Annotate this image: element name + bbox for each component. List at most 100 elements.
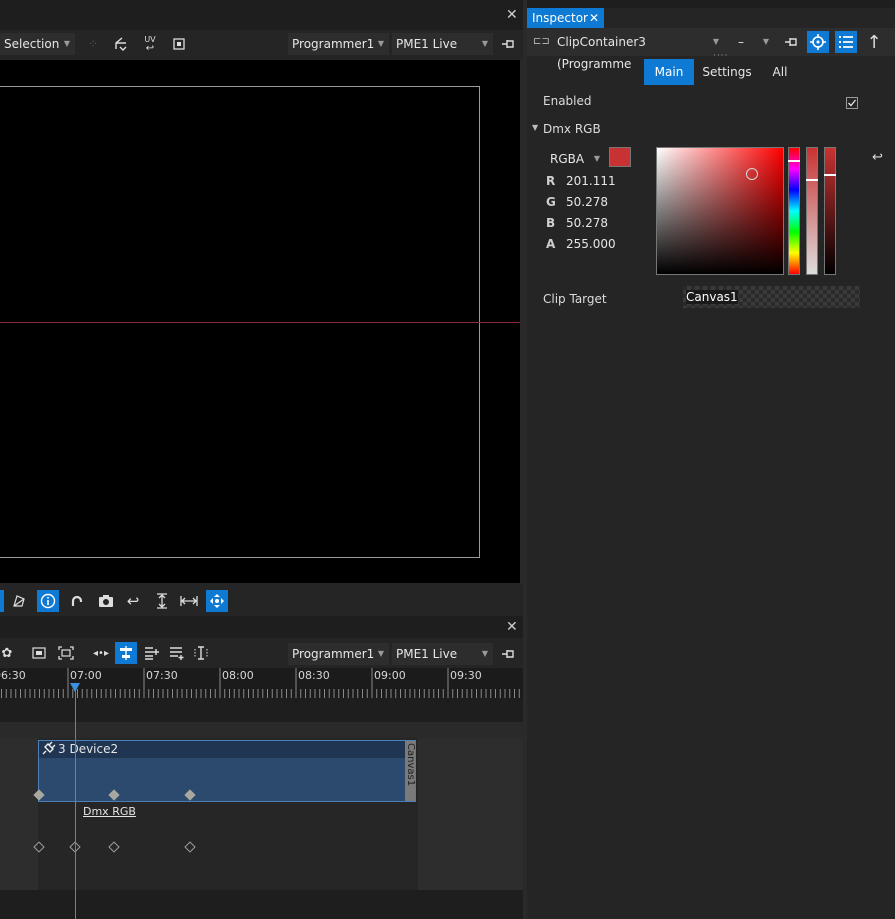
camera-icon[interactable] [95, 590, 117, 612]
expand-horizontal-icon[interactable]: ◂•▸ [90, 642, 112, 664]
zoom-fit-icon[interactable] [28, 642, 50, 664]
channel-value-field[interactable]: 201.111 [566, 174, 616, 188]
viewport-panel-header [0, 0, 523, 30]
chevron-down-icon: ▼ [481, 649, 488, 658]
inspector-tab[interactable]: Inspector ✕ [527, 8, 604, 28]
chevron-down-icon: ▼ [63, 39, 70, 48]
fit-height-icon[interactable] [151, 590, 173, 612]
arrow-up-icon[interactable]: ↑ [863, 31, 885, 53]
zoom-full-icon[interactable] [55, 642, 77, 664]
section-title[interactable]: Dmx RGB [543, 122, 601, 136]
tab-main-label: Main [654, 65, 684, 79]
pin-icon[interactable] [780, 31, 802, 53]
clip-target-field[interactable]: Canvas1 [683, 286, 860, 308]
track-label[interactable]: Dmx RGB [83, 805, 136, 818]
channel-value-field[interactable]: 50.278 [566, 195, 608, 209]
add-track-icon[interactable] [141, 642, 163, 664]
clip-title: 3 Device2 [58, 742, 119, 756]
clip-target-value: Canvas1 [686, 290, 738, 304]
alpha-slider-handle[interactable] [806, 179, 818, 181]
pin-icon[interactable] [497, 643, 519, 665]
chevron-down-icon: ▼ [762, 37, 769, 46]
brightness-slider-handle[interactable] [824, 174, 836, 176]
hue-slider-handle[interactable] [788, 160, 800, 162]
alpha-slider[interactable] [806, 147, 818, 275]
tab-main[interactable]: Main [644, 59, 694, 85]
move-icon[interactable] [206, 590, 228, 612]
brightness-slider[interactable] [824, 147, 836, 275]
ruler-label: 07:30 [146, 669, 178, 682]
enabled-checkbox[interactable] [846, 97, 858, 109]
chevron-down-icon: ▼ [481, 39, 488, 48]
saturation-value-picker[interactable] [656, 147, 784, 275]
tab-all[interactable]: All [762, 59, 798, 85]
reset-icon[interactable]: ↩ [872, 150, 883, 165]
uv-icon[interactable]: UV ↩ [139, 33, 161, 55]
color-swatch[interactable] [609, 147, 631, 167]
text-cursor-icon[interactable] [190, 642, 212, 664]
zoom-dropdown-label: – [738, 35, 744, 49]
target-icon[interactable] [807, 31, 829, 53]
clip-target-label: Clip Target [543, 292, 607, 306]
chevron-down-icon: ▼ [377, 649, 384, 658]
tab-settings-label: Settings [702, 65, 752, 79]
timeline-close-icon[interactable]: ✕ [506, 620, 520, 634]
viewport-programmer-label: Programmer1 [292, 37, 375, 51]
chevron-down-icon: ▼ [377, 39, 384, 48]
timeline-panel-header [0, 616, 523, 638]
enabled-label: Enabled [543, 94, 592, 108]
track-footer [0, 890, 523, 919]
timeline-programmer-label: Programmer1 [292, 647, 375, 661]
viewport-close-icon[interactable]: ✕ [506, 8, 520, 22]
zoom-dropdown[interactable]: – ▼ [728, 31, 774, 53]
color-picker-handle[interactable] [746, 168, 758, 180]
channel-name: A [546, 237, 556, 251]
viewport-programmer-dropdown[interactable]: Programmer1 ▼ [288, 33, 389, 55]
ruler-label: 08:30 [298, 669, 330, 682]
track-header-strip [0, 698, 523, 722]
channel-name: G [546, 195, 556, 209]
canvas-center-line [0, 322, 520, 323]
ruler-label: 09:00 [374, 669, 406, 682]
fit-width-icon[interactable] [178, 590, 200, 612]
device-icon [40, 741, 56, 757]
ruler-label: 09:30 [450, 669, 482, 682]
magnet-icon[interactable] [66, 590, 88, 612]
ruler-label: 06:30 [0, 669, 26, 682]
timeline-programmer-dropdown[interactable]: Programmer1 ▼ [288, 643, 389, 665]
timeline-live-dropdown[interactable]: PME1 Live ▼ [392, 643, 493, 665]
tulip-icon[interactable]: ✿ [0, 642, 14, 664]
inspector-tab-title: Inspector [532, 11, 588, 25]
tab-all-label: All [772, 65, 788, 79]
playhead-marker[interactable] [70, 683, 80, 692]
channel-value-field[interactable]: 255.000 [566, 237, 616, 251]
playhead-line[interactable] [75, 684, 76, 919]
align-center-icon[interactable] [115, 642, 137, 664]
close-icon[interactable]: ✕ [589, 8, 599, 28]
viewport-live-label: PME1 Live [396, 37, 458, 51]
color-mode-dropdown[interactable]: RGBA ▼ [546, 148, 605, 170]
perspective-icon[interactable] [0, 590, 4, 612]
inspector-panel [527, 0, 895, 919]
timeline-live-label: PME1 Live [396, 647, 458, 661]
inspector-top-strip [527, 0, 895, 8]
clip-side-label: Canvas1 [405, 743, 416, 787]
list-add-icon[interactable] [166, 642, 188, 664]
return-icon[interactable]: ↩ [122, 590, 144, 612]
scatter-icon[interactable]: ⁘ [82, 33, 104, 55]
tab-settings[interactable]: Settings [699, 59, 755, 85]
ruler-label: 08:00 [222, 669, 254, 682]
viewport-live-dropdown[interactable]: PME1 Live ▼ [392, 33, 493, 55]
channel-value-field[interactable]: 50.278 [566, 216, 608, 230]
section-expand-icon[interactable]: ▼ [532, 123, 538, 132]
transform-icon[interactable] [110, 33, 132, 55]
selection-dropdown[interactable]: Selection ▼ [0, 33, 75, 55]
pin-icon[interactable] [497, 33, 519, 55]
chevron-down-icon: ▼ [593, 154, 600, 163]
shape-icon[interactable] [8, 590, 30, 612]
object-dropdown[interactable]: ⊏⊐ ClipContainer3 (Programme ▼ [529, 31, 724, 71]
list-view-icon[interactable] [835, 31, 857, 53]
hue-slider[interactable] [788, 147, 800, 275]
crop-icon[interactable] [168, 33, 190, 55]
info-icon[interactable] [37, 590, 59, 612]
